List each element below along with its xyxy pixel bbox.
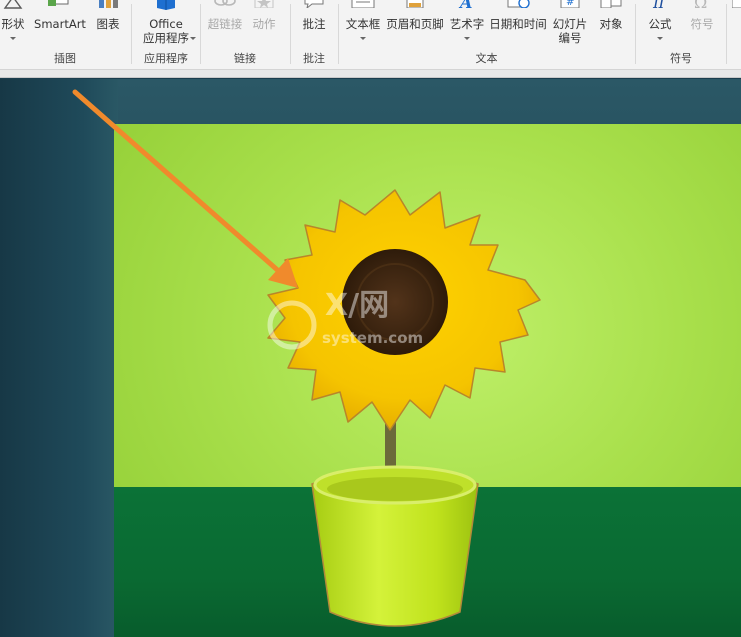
watermark-text: X/网 xyxy=(325,288,389,323)
object-icon xyxy=(600,0,622,8)
group-symbols: π 公式 Ω 符号 符号 xyxy=(636,0,726,70)
comment-icon xyxy=(304,0,324,8)
svg-text:π: π xyxy=(652,0,665,10)
equation-button[interactable]: π 公式 xyxy=(640,0,680,52)
slide-number-button[interactable]: # 幻灯片 编号 xyxy=(549,0,591,52)
group-illustrations: 形状 SmartArt 图表 插图 xyxy=(0,0,130,70)
chevron-down-icon xyxy=(190,37,196,40)
office-store-icon xyxy=(157,0,175,10)
chevron-down-icon xyxy=(657,37,663,40)
chart-button[interactable]: 图表 xyxy=(92,0,124,52)
omega-icon: Ω xyxy=(694,0,707,10)
calendar-clock-icon xyxy=(507,0,530,8)
header-footer-icon xyxy=(406,0,424,8)
svg-text:Ω: Ω xyxy=(694,0,707,10)
chart-icon xyxy=(99,0,118,8)
smartart-icon xyxy=(48,0,69,6)
pi-icon: π xyxy=(652,0,665,10)
chevron-down-icon xyxy=(464,37,470,40)
group-label-text: 文本 xyxy=(475,52,498,65)
watermark-subtext: system.com xyxy=(322,329,423,347)
shapes-icon xyxy=(3,0,23,9)
group-links: 超链接 动作 链接 xyxy=(201,0,289,70)
object-button[interactable]: 对象 xyxy=(593,0,629,52)
media-button-partial[interactable] xyxy=(730,0,741,52)
svg-text:A: A xyxy=(458,0,472,10)
divider xyxy=(726,4,727,64)
chevron-down-icon xyxy=(10,37,16,40)
group-label-apps: 应用程序 xyxy=(144,52,188,65)
ribbon-separator xyxy=(0,70,741,78)
group-label-links: 链接 xyxy=(234,52,256,65)
group-label-illustrations: 插图 xyxy=(54,52,76,65)
orange-arrow-annotation xyxy=(72,89,298,288)
group-comments: 批注 批注 xyxy=(291,0,337,70)
svg-text:#: # xyxy=(566,0,574,8)
hash-icon: # xyxy=(560,0,580,8)
sunflower-picture[interactable]: X/网 system.com xyxy=(0,79,741,637)
group-label-symbols: 符号 xyxy=(670,52,692,65)
office-apps-button[interactable]: Office 应用程序 xyxy=(132,0,200,52)
group-label-comments: 批注 xyxy=(303,52,325,65)
wordart-button[interactable]: A 艺术字 xyxy=(447,0,487,52)
symbol-button[interactable]: Ω 符号 xyxy=(682,0,722,52)
chevron-down-icon xyxy=(360,37,366,40)
datetime-button[interactable]: 日期和时间 xyxy=(487,0,549,52)
group-text: 文本框 页眉和页脚 A 艺术字 日期和时间 # 幻灯片 编号 对象 文本 xyxy=(339,0,634,70)
shapes-button[interactable]: 形状 xyxy=(0,0,26,52)
flower-pot xyxy=(311,465,479,627)
comment-button[interactable]: 批注 xyxy=(295,0,333,52)
star-action-icon xyxy=(254,0,274,8)
media-icon xyxy=(732,0,741,8)
hyperlink-icon xyxy=(214,0,236,6)
action-button[interactable]: 动作 xyxy=(247,0,281,52)
hyperlink-button[interactable]: 超链接 xyxy=(205,0,245,52)
ribbon-insert-tab: 形状 SmartArt 图表 插图 Office 应用程序 应用程序 超链接 动… xyxy=(0,0,741,70)
wordart-icon: A xyxy=(458,0,472,10)
group-apps: Office 应用程序 应用程序 xyxy=(132,0,200,70)
textbox-button[interactable]: 文本框 xyxy=(343,0,383,52)
smartart-button[interactable]: SmartArt xyxy=(32,0,88,52)
header-footer-button[interactable]: 页眉和页脚 xyxy=(385,0,445,52)
textbox-icon xyxy=(351,0,375,8)
